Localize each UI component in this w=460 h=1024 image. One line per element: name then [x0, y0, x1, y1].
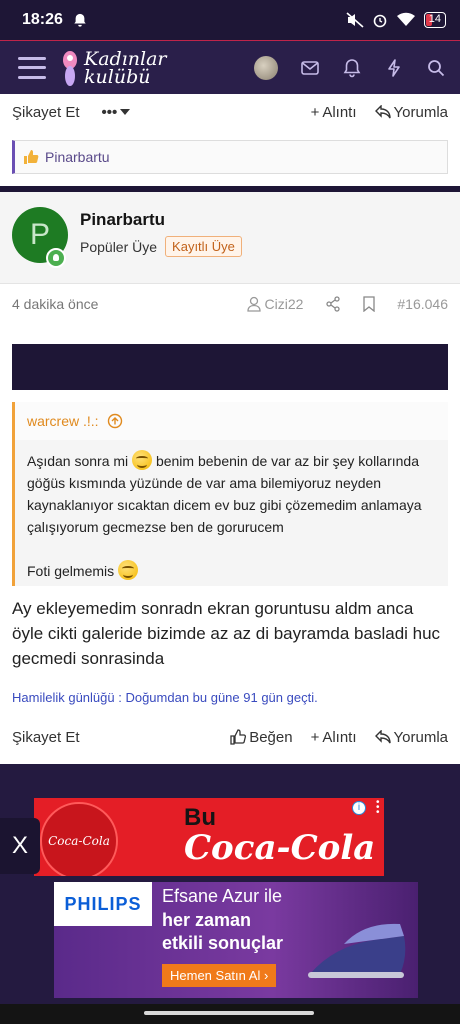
post-number[interactable]: #16.046 — [397, 296, 448, 312]
share-user-link[interactable]: Cizi22 — [247, 296, 303, 312]
plus-icon: + — [310, 728, 320, 746]
user-avatar[interactable] — [254, 55, 278, 80]
post-author-block: P Pinarbartu Popüler Üye Kayıtlı Üye — [0, 192, 460, 284]
philips-logo: PHILIPS — [54, 882, 152, 926]
coke-ad-brand: Coca-Cola — [184, 828, 376, 868]
reply-label: Yorumla — [393, 728, 448, 746]
app-header: Kadınlar kulübü — [0, 40, 460, 94]
reply-label: Yorumla — [393, 103, 448, 121]
ad-options-icon[interactable]: • • • — [376, 798, 380, 818]
mute-icon — [346, 12, 364, 28]
plus-icon: + — [310, 103, 320, 121]
quote-block: warcrew .!.: Aşıdan sonra mi benim beben… — [12, 402, 448, 586]
share-user-name: Cizi22 — [264, 296, 304, 312]
bell-icon[interactable] — [342, 58, 362, 78]
report-button[interactable]: Şikayet Et — [12, 104, 80, 121]
more-icon: ••• — [101, 103, 118, 121]
lightning-icon[interactable] — [384, 58, 404, 78]
hidden-content-bar — [12, 344, 448, 390]
notification-bell-icon — [74, 13, 86, 27]
ad-close-button[interactable]: X — [0, 818, 40, 874]
philips-ad-line3: etkili sonuçlar — [162, 933, 284, 953]
post-content: Ay ekleyemedim sonradn ekran goruntusu a… — [12, 599, 441, 668]
coca-cola-ad[interactable]: Coca-Cola Bu Coca-Cola i • • • — [34, 798, 384, 876]
chevron-down-icon — [120, 109, 131, 115]
post-meta: 4 dakika önce Cizi22 #16.046 — [12, 296, 448, 312]
author-role: Popüler Üye — [80, 238, 158, 255]
quote-button[interactable]: + Alıntı — [311, 729, 357, 746]
system-nav-bar — [0, 1004, 460, 1024]
logo-flower-icon — [63, 50, 77, 86]
ad-info-icon[interactable]: i — [352, 801, 366, 815]
more-options-button[interactable]: ••• — [102, 104, 131, 121]
reply-button[interactable]: Yorumla — [374, 728, 448, 746]
quote-button[interactable]: + Alıntı — [311, 104, 357, 121]
post-actions: Şikayet Et Beğen + Alıntı Yorumla — [12, 726, 448, 748]
quote-header[interactable]: warcrew .!.: — [15, 402, 448, 440]
arrow-up-circle-icon[interactable] — [107, 413, 123, 429]
like-label: Beğen — [249, 728, 293, 746]
online-status-icon — [46, 248, 66, 268]
menu-icon[interactable] — [18, 56, 46, 79]
quote-text-2: Foti gelmemis — [27, 563, 115, 579]
thumbs-up-outline-icon — [230, 729, 247, 745]
thumbs-up-icon — [24, 150, 39, 164]
quote-body: Aşıdan sonra mi benim bebenin de var az … — [15, 440, 448, 592]
reply-icon — [374, 730, 391, 744]
search-icon[interactable] — [426, 58, 446, 78]
quote-label: Alıntı — [322, 103, 357, 121]
quote-label: Alıntı — [322, 728, 357, 746]
post-time[interactable]: 4 dakika önce — [12, 296, 98, 312]
philips-buy-button[interactable]: Hemen Satın Al › — [162, 964, 277, 987]
philips-ad-line1: Efsane Azur ile — [162, 886, 283, 906]
philips-ad-line2: her zaman — [162, 910, 252, 930]
site-logo[interactable]: Kadınlar kulübü — [60, 48, 167, 88]
member-badge: Kayıtlı Üye — [165, 236, 242, 257]
home-gesture-bar[interactable] — [144, 1011, 314, 1015]
user-icon — [247, 296, 262, 312]
liked-by-bar[interactable]: Pinarbartu — [12, 140, 448, 174]
status-time: 18:26 — [22, 11, 63, 28]
author-name[interactable]: Pinarbartu — [80, 210, 165, 230]
share-icon[interactable] — [325, 296, 341, 312]
like-button[interactable]: Beğen — [230, 728, 293, 746]
reply-button[interactable]: Yorumla — [374, 103, 448, 121]
alarm-icon — [373, 14, 387, 28]
bookmark-icon[interactable] — [363, 296, 376, 312]
quote-text-1: Aşıdan sonra mi — [27, 453, 129, 469]
logo-text-line1: Kadınlar — [84, 47, 167, 70]
status-bar: 18:26 14 — [0, 0, 460, 40]
previous-post-actions: Şikayet Et ••• + Alıntı Yorumla — [12, 100, 448, 124]
coke-logo-circle: Coca-Cola — [40, 802, 118, 876]
report-button[interactable]: Şikayet Et — [12, 729, 80, 746]
smile-emoji-icon — [132, 450, 153, 470]
battery-indicator: 14 — [423, 12, 446, 28]
philips-ad[interactable]: PHILIPS Efsane Azur ile her zaman etkili… — [54, 882, 418, 998]
reply-icon — [374, 105, 391, 119]
quote-author[interactable]: warcrew .!.: — [27, 413, 99, 429]
liked-by-user[interactable]: Pinarbartu — [45, 149, 110, 165]
wifi-icon — [396, 12, 415, 26]
signature-link[interactable]: Hamilelik günlüğü : Doğumdan bu güne 91 … — [12, 690, 318, 705]
logo-text-line2: kulübü — [84, 65, 151, 88]
steam-iron-icon — [308, 923, 406, 978]
smile-emoji-icon — [118, 560, 139, 580]
mail-icon[interactable] — [300, 58, 320, 78]
